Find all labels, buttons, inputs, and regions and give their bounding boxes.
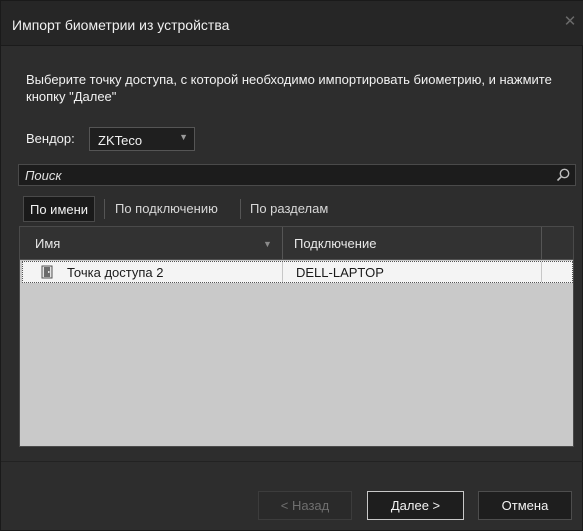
access-points-table: Имя ▼ Подключение Точка доступа 2 DELL-L… [19, 226, 574, 447]
tab-divider [240, 199, 241, 219]
chevron-down-icon: ▼ [179, 132, 188, 142]
tab-divider [104, 199, 105, 219]
window-title: Импорт биометрии из устройства [12, 17, 230, 33]
search-placeholder: Поиск [25, 168, 62, 183]
cell-divider [541, 262, 542, 282]
title-bar: Импорт биометрии из устройства ✕ [1, 1, 583, 46]
search-icon[interactable] [555, 167, 571, 183]
tab-by-connection[interactable]: По подключению [109, 196, 224, 222]
close-icon[interactable]: ✕ [562, 14, 578, 30]
column-header-connection[interactable]: Подключение [294, 227, 376, 260]
column-divider[interactable] [541, 227, 542, 260]
column-header-name[interactable]: Имя [35, 227, 60, 260]
vendor-select-value: ZKTeco [98, 133, 143, 148]
column-divider[interactable] [282, 227, 283, 260]
access-point-icon [41, 265, 53, 279]
table-header: Имя ▼ Подключение [20, 227, 573, 260]
search-input[interactable]: Поиск [18, 164, 576, 186]
row-connection-cell: DELL-LAPTOP [296, 265, 384, 280]
back-button[interactable]: < Назад [258, 491, 352, 520]
row-name-cell: Точка доступа 2 [67, 265, 164, 280]
next-button[interactable]: Далее > [367, 491, 464, 520]
cell-divider [282, 262, 283, 282]
cancel-button[interactable]: Отмена [478, 491, 572, 520]
vendor-label: Вендор: [26, 131, 75, 146]
instructions-text: Выберите точку доступа, с которой необхо… [26, 72, 552, 104]
tab-by-partitions[interactable]: По разделам [244, 196, 334, 222]
footer-divider [1, 461, 583, 462]
tab-by-name[interactable]: По имени [23, 196, 96, 222]
vendor-select[interactable]: ZKTeco ▼ [89, 127, 195, 151]
import-biometrics-dialog: Импорт биометрии из устройства ✕ Выберит… [0, 0, 583, 531]
table-row[interactable]: Точка доступа 2 DELL-LAPTOP [22, 261, 573, 283]
sort-down-icon[interactable]: ▼ [263, 239, 272, 249]
